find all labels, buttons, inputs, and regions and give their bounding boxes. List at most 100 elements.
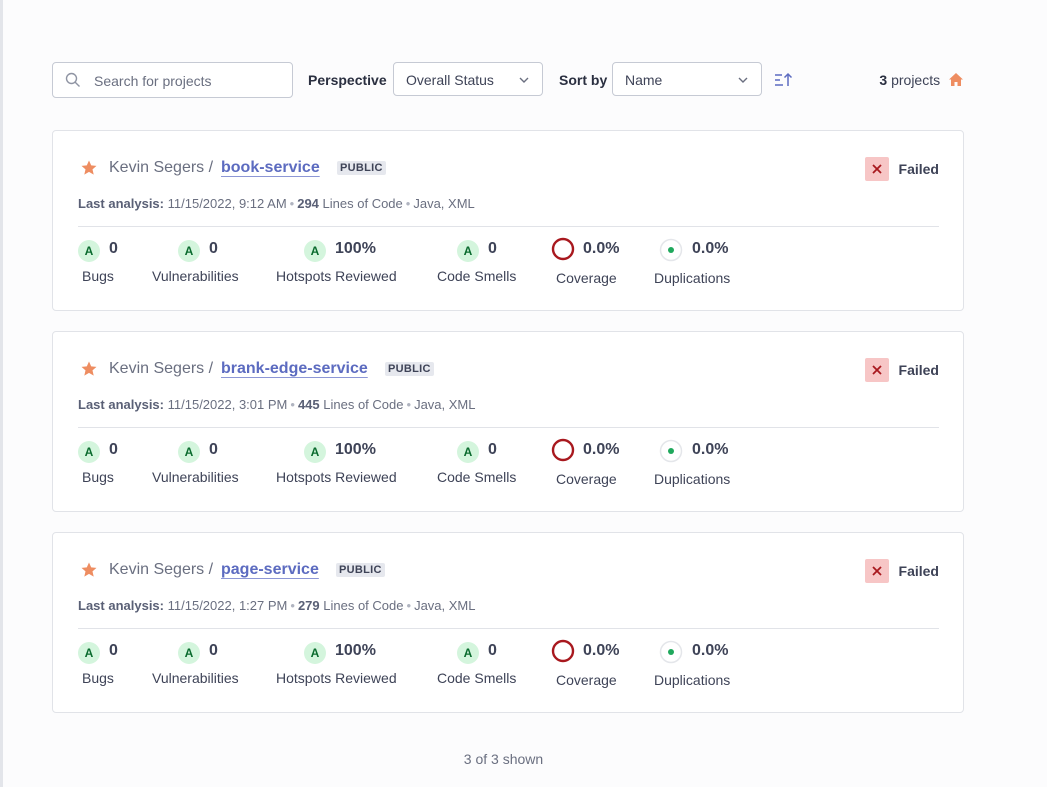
rating-badge: A — [457, 642, 479, 664]
project-name-link[interactable]: page-service — [221, 561, 319, 579]
divider — [78, 628, 939, 629]
analysis-label: Last analysis: — [78, 598, 164, 613]
metric-value: 100% — [335, 642, 376, 659]
failed-icon-box — [865, 157, 889, 181]
rating-badge: A — [178, 441, 200, 463]
perspective-value: Overall Status — [406, 72, 494, 88]
analysis-info: Last analysis: 11/15/2022, 3:01 PM • 445 L… — [78, 397, 475, 412]
close-icon — [872, 566, 882, 576]
project-card: Kevin Segers / brank-edge-service PUBLIC… — [52, 331, 964, 512]
status-text: Failed — [898, 161, 939, 177]
project-name-link[interactable]: brank-edge-service — [221, 360, 368, 378]
metric-value: 0 — [488, 240, 497, 257]
metric-label: Bugs — [82, 670, 114, 686]
separator-dot: • — [289, 196, 295, 211]
status-text: Failed — [898, 563, 939, 579]
metric-value: 0 — [109, 441, 118, 458]
lines-of-code-count: 279 — [297, 598, 320, 613]
search-icon — [65, 72, 80, 87]
metric-label: Hotspots Reviewed — [276, 268, 397, 284]
star-icon[interactable] — [80, 561, 98, 579]
star-icon[interactable] — [80, 159, 98, 177]
metric-value: 100% — [335, 441, 376, 458]
divider — [78, 226, 939, 227]
duplication-dot-icon — [659, 238, 683, 262]
rating-badge: A — [78, 441, 100, 463]
project-owner: Kevin Segers / — [109, 360, 214, 377]
metric-label: Code Smells — [437, 469, 517, 485]
duplication-dot-icon — [659, 640, 683, 664]
analysis-date: 11/15/2022, 1:27 PM — [167, 598, 288, 613]
metric-value: 100% — [335, 240, 376, 257]
rating-badge: A — [178, 240, 200, 262]
analysis-date: 11/15/2022, 3:01 PM — [167, 397, 288, 412]
project-owner: Kevin Segers / — [109, 561, 214, 578]
analysis-label: Last analysis: — [78, 196, 164, 211]
metric-label: Duplications — [654, 672, 731, 688]
visibility-badge: PUBLIC — [336, 563, 385, 577]
toolbar: Perspective Overall Status Sort by Name … — [52, 62, 964, 99]
metric-value: 0 — [209, 642, 218, 659]
search-input[interactable] — [92, 63, 286, 99]
lines-of-code-count: 294 — [297, 196, 319, 211]
sort-select[interactable]: Name — [612, 62, 762, 96]
analysis-label: Last analysis: — [78, 397, 164, 412]
metric-label: Vulnerabilities — [152, 268, 239, 284]
separator-dot: • — [406, 598, 412, 613]
failed-icon-box — [865, 559, 889, 583]
project-card: Kevin Segers / book-service PUBLIC Faile… — [52, 130, 964, 311]
metric-value: 0 — [209, 240, 218, 257]
coverage-ring-icon — [551, 639, 575, 663]
star-icon[interactable] — [80, 360, 98, 378]
metric-value: 0 — [109, 642, 118, 659]
metric-value: 0.0% — [583, 642, 620, 659]
rating-badge: A — [304, 642, 326, 664]
project-count-number: 3 — [879, 72, 888, 88]
metric-value: 0.0% — [692, 642, 729, 659]
lines-of-code-label: Lines of Code — [322, 196, 403, 211]
metric-value: 0 — [209, 441, 218, 458]
metric-label: Bugs — [82, 469, 114, 485]
metric-label: Vulnerabilities — [152, 469, 239, 485]
project-name-link[interactable]: book-service — [221, 159, 320, 177]
chevron-down-icon — [519, 77, 529, 83]
visibility-badge: PUBLIC — [337, 161, 386, 175]
metric-value: 0 — [109, 240, 118, 257]
analysis-info: Last analysis: 11/15/2022, 1:27 PM • 279 L… — [78, 598, 475, 613]
rating-badge: A — [78, 240, 100, 262]
rating-badge: A — [304, 441, 326, 463]
languages: Java, XML — [413, 196, 475, 211]
shown-count: 3 of 3 shown — [463, 751, 544, 767]
search-box[interactable] — [52, 62, 293, 99]
lines-of-code-label: Lines of Code — [323, 397, 404, 412]
coverage-ring-icon — [551, 438, 575, 462]
rating-badge: A — [78, 642, 100, 664]
metric-value: 0.0% — [692, 441, 729, 458]
divider — [78, 427, 939, 428]
metric-label: Duplications — [654, 270, 731, 286]
metric-label: Bugs — [82, 268, 114, 284]
rating-badge: A — [457, 441, 479, 463]
coverage-ring-icon — [551, 237, 575, 261]
metric-label: Hotspots Reviewed — [276, 670, 397, 686]
project-owner: Kevin Segers / — [109, 159, 214, 176]
metric-value: 0.0% — [692, 240, 729, 257]
home-icon — [949, 73, 963, 86]
project-count: 3 projects — [879, 72, 964, 88]
left-border — [0, 0, 3, 787]
project-count-suffix: projects — [891, 72, 941, 88]
metric-label: Code Smells — [437, 268, 517, 284]
analysis-info: Last analysis: 11/15/2022, 9:12 AM • 294 L… — [78, 196, 475, 211]
perspective-label: Perspective — [308, 72, 387, 88]
perspective-select[interactable]: Overall Status — [393, 62, 543, 96]
lines-of-code-label: Lines of Code — [323, 598, 404, 613]
rating-badge: A — [178, 642, 200, 664]
sort-direction-icon[interactable] — [774, 71, 794, 89]
sort-value: Name — [625, 72, 663, 88]
metric-label: Hotspots Reviewed — [276, 469, 397, 485]
metric-value: 0.0% — [583, 441, 620, 458]
metric-label: Coverage — [556, 471, 617, 487]
analysis-date: 11/15/2022, 9:12 AM — [167, 196, 287, 211]
languages: Java, XML — [414, 397, 476, 412]
project-card: Kevin Segers / page-service PUBLIC Faile… — [52, 532, 964, 713]
